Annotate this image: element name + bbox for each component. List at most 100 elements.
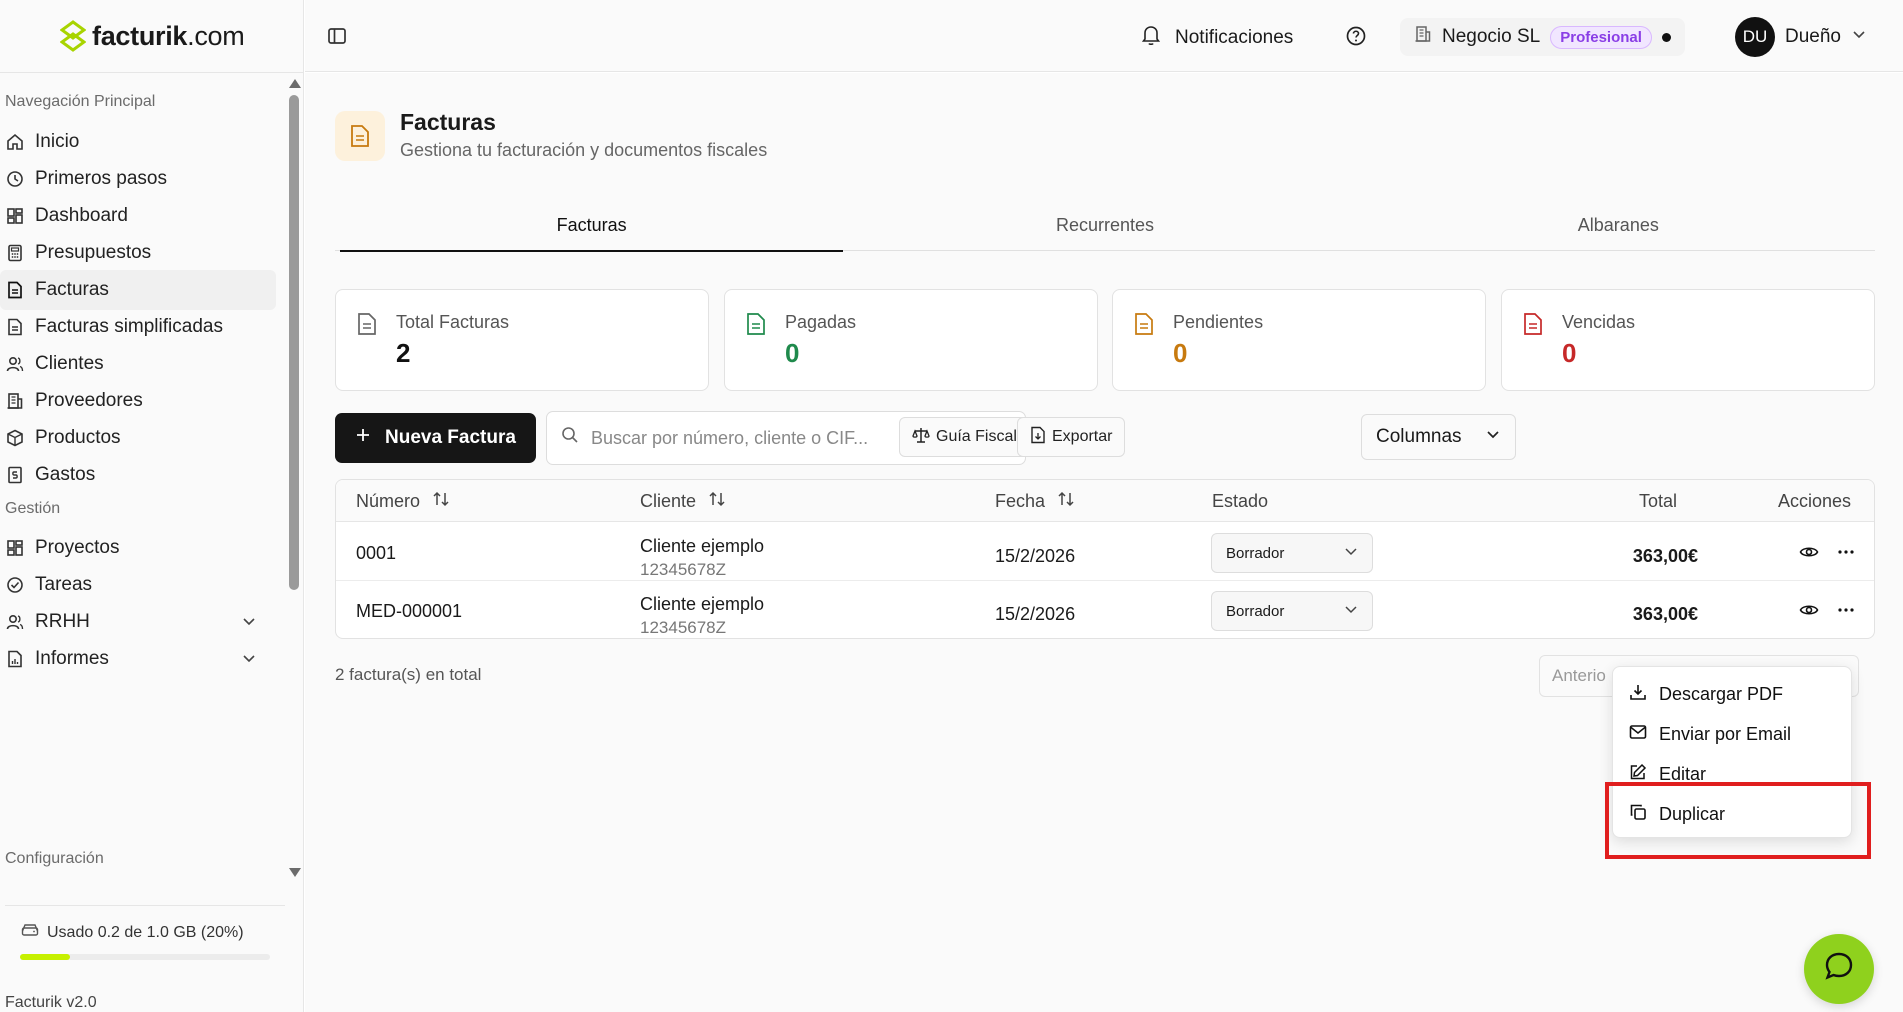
eye-icon[interactable] <box>1799 544 1819 566</box>
tab-recurrentes[interactable]: Recurrentes <box>848 211 1361 250</box>
sidebar-item-label: Proyectos <box>35 537 120 558</box>
scale-icon <box>912 426 930 449</box>
sidebar-item-inicio[interactable]: Inicio <box>0 122 276 162</box>
sidebar-item-clientes[interactable]: Clientes <box>0 344 276 384</box>
box-icon <box>5 428 25 448</box>
tab-facturas[interactable]: Facturas <box>335 211 848 252</box>
chevron-down-icon <box>242 649 256 671</box>
tab-albaranes[interactable]: Albaranes <box>1362 211 1875 250</box>
sidebar-item-rrhh[interactable]: RRHH <box>0 602 276 642</box>
page-title: Facturas <box>400 109 496 135</box>
column-header-cliente[interactable]: Cliente <box>640 491 726 512</box>
eye-icon[interactable] <box>1799 602 1819 624</box>
new-invoice-button[interactable]: Nueva Factura <box>335 413 536 463</box>
notifications-label: Notificaciones <box>1175 27 1294 48</box>
notifications-button[interactable]: Notificaciones <box>1141 24 1293 52</box>
column-header-fecha[interactable]: Fecha <box>995 491 1075 512</box>
sort-icon[interactable] <box>708 491 726 512</box>
status-select[interactable]: Borrador <box>1211 533 1373 573</box>
sidebar-item-primeros-pasos[interactable]: Primeros pasos <box>0 159 276 199</box>
chat-button[interactable] <box>1804 934 1874 1004</box>
sidebar-scrollbar[interactable] <box>286 73 302 883</box>
sidebar-nav: Navegación Principal Inicio Primeros pas… <box>0 73 286 883</box>
sidebar-item-label: Clientes <box>35 353 104 374</box>
sidebar-item-informes[interactable]: Informes <box>0 639 276 679</box>
top-bar: Notificaciones Negocio SL Profesional DU… <box>305 0 1903 72</box>
avatar: DU <box>1735 17 1775 57</box>
receipt-icon <box>5 465 25 485</box>
invoice-number: 0001 <box>356 543 397 563</box>
sidebar-item-tareas[interactable]: Tareas <box>0 565 276 605</box>
document-icon <box>5 317 25 337</box>
clock-icon <box>5 169 25 189</box>
help-icon[interactable] <box>1345 25 1367 53</box>
users-icon <box>5 612 25 632</box>
report-icon <box>5 649 25 669</box>
sidebar-item-proyectos[interactable]: Proyectos <box>0 528 276 568</box>
nav-section-configuracion: Configuración <box>5 850 104 867</box>
mail-icon <box>1629 724 1647 745</box>
more-options-icon[interactable] <box>1836 544 1856 566</box>
invoices-table: Número Cliente Fecha Estado Total Accion… <box>335 479 1875 639</box>
stat-label: Pagadas <box>785 312 857 332</box>
logo[interactable]: facturik.com <box>60 20 245 52</box>
business-selector[interactable]: Negocio SL Profesional <box>1400 18 1685 56</box>
sidebar-item-gastos[interactable]: Gastos <box>0 455 276 495</box>
column-header-total: Total <box>1639 491 1678 511</box>
invoice-page-icon <box>335 111 385 161</box>
sidebar-toggle-icon[interactable] <box>327 26 347 52</box>
sidebar-item-proveedores[interactable]: Proveedores <box>0 381 276 421</box>
column-header-estado: Estado <box>1212 491 1269 511</box>
chevron-down-icon <box>1485 426 1501 448</box>
more-options-icon[interactable] <box>1836 602 1856 624</box>
logo-text: facturik.com <box>92 20 245 51</box>
columns-dropdown[interactable]: Columnas <box>1361 414 1516 460</box>
chevron-down-icon <box>1344 544 1358 562</box>
calculator-icon <box>5 243 25 263</box>
fiscal-guide-button[interactable]: Guía Fiscal <box>899 417 1030 457</box>
stat-label: Total Facturas <box>396 312 510 332</box>
column-header-numero[interactable]: Número <box>356 491 450 512</box>
previous-page-button[interactable]: Anterio <box>1552 666 1606 686</box>
grid-icon <box>5 538 25 558</box>
columns-label: Columnas <box>1376 426 1462 447</box>
grid-icon <box>5 206 25 226</box>
invoice-number: MED-000001 <box>356 601 463 621</box>
sort-icon[interactable] <box>432 491 450 512</box>
menu-item-send-email[interactable]: Enviar por Email <box>1629 717 1791 751</box>
stat-card-pendientes: Pendientes 0 <box>1112 289 1486 391</box>
stat-value: 2 <box>396 338 411 368</box>
column-header-acciones: Acciones <box>1778 491 1852 511</box>
scrollbar-thumb[interactable] <box>289 95 299 590</box>
sidebar-item-productos[interactable]: Productos <box>0 418 276 458</box>
table-row[interactable]: 0001 Cliente ejemplo 12345678Z 15/2/2026… <box>336 523 1874 581</box>
invoice-client: Cliente ejemplo 12345678Z <box>640 536 765 579</box>
scroll-up-arrow-icon[interactable] <box>289 79 301 88</box>
sidebar-item-label: Informes <box>35 648 109 669</box>
building-icon <box>5 391 25 411</box>
file-download-icon <box>1030 426 1046 449</box>
chevron-down-icon <box>1344 602 1358 620</box>
fiscal-guide-label: Guía Fiscal <box>936 428 1017 445</box>
sidebar-item-dashboard[interactable]: Dashboard <box>0 196 276 236</box>
sidebar-item-facturas-simplificadas[interactable]: Facturas simplificadas <box>0 307 276 347</box>
plus-icon <box>355 427 371 449</box>
sidebar-item-presupuestos[interactable]: Presupuestos <box>0 233 276 273</box>
status-dot <box>1661 32 1671 42</box>
stat-label: Vencidas <box>1562 312 1636 332</box>
menu-item-download-pdf[interactable]: Descargar PDF <box>1629 677 1783 711</box>
app-version: Facturik v2.0 <box>5 994 97 1011</box>
status-select[interactable]: Borrador <box>1211 591 1373 631</box>
table-row[interactable]: MED-000001 Cliente ejemplo 12345678Z 15/… <box>336 581 1874 638</box>
sidebar: facturik.com Navegación Principal Inicio… <box>0 0 304 1012</box>
sidebar-item-label: Dashboard <box>35 205 128 226</box>
scroll-down-arrow-icon[interactable] <box>289 868 301 877</box>
plan-badge: Profesional <box>1550 25 1652 49</box>
tabs: Facturas Recurrentes Albaranes <box>335 211 1875 252</box>
sidebar-item-facturas[interactable]: Facturas <box>0 270 276 310</box>
export-button[interactable]: Exportar <box>1017 417 1126 457</box>
sort-icon[interactable] <box>1057 491 1075 512</box>
home-icon <box>5 132 25 152</box>
user-menu[interactable]: DU Dueño <box>1735 17 1867 57</box>
user-role: Dueño <box>1785 26 1841 47</box>
